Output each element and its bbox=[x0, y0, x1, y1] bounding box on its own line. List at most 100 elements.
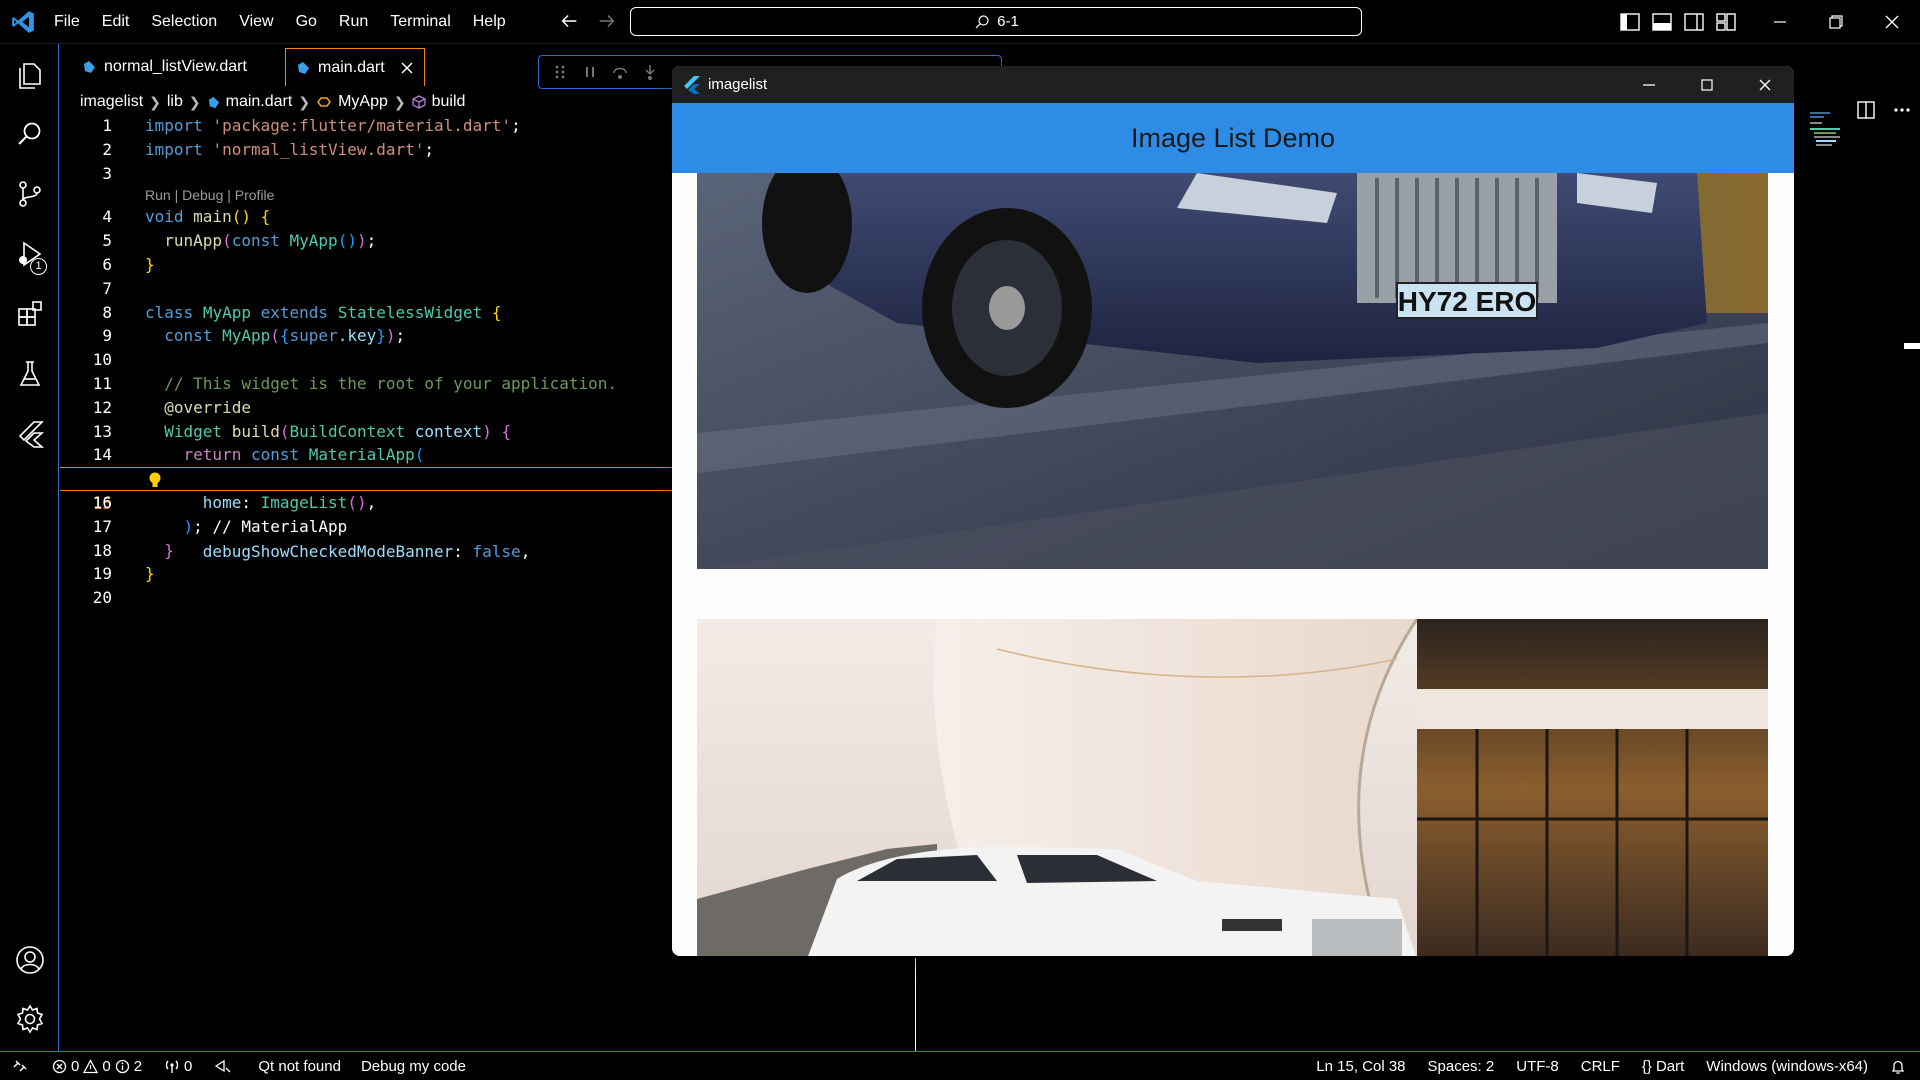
token: Widget bbox=[164, 421, 223, 441]
token: ; bbox=[395, 326, 406, 346]
token: class bbox=[145, 302, 194, 322]
token: } bbox=[145, 254, 155, 274]
toggle-panel-icon[interactable] bbox=[1646, 0, 1678, 44]
line-number: 19 bbox=[92, 564, 112, 584]
token: 'package:flutter/material.dart' bbox=[212, 116, 512, 135]
minimize-icon[interactable] bbox=[1752, 0, 1808, 44]
menu-run[interactable]: Run bbox=[339, 13, 368, 31]
step-over-icon[interactable] bbox=[611, 63, 629, 81]
end-of-line[interactable]: CRLF bbox=[1581, 1052, 1620, 1080]
flutter-icon[interactable] bbox=[0, 406, 59, 462]
flutter-logo-icon bbox=[684, 75, 700, 94]
testing-icon[interactable] bbox=[0, 346, 59, 402]
antenna-icon bbox=[165, 1060, 179, 1073]
code-line: 20 bbox=[60, 586, 672, 610]
app-window-controls bbox=[1620, 66, 1794, 103]
lightbulb-icon[interactable] bbox=[148, 471, 162, 489]
device-selector[interactable]: Windows (windows-x64) bbox=[1706, 1052, 1868, 1080]
cursor-position[interactable]: Ln 15, Col 38 bbox=[1316, 1052, 1405, 1080]
breadcrumb-item[interactable]: lib bbox=[167, 93, 183, 111]
remote-indicator-icon[interactable] bbox=[12, 1052, 28, 1080]
info-count: 2 bbox=[133, 1057, 143, 1075]
tab-normal-listview[interactable]: normal_listView.dart bbox=[72, 48, 292, 86]
activity-bar: 1 bbox=[0, 44, 59, 1051]
token: const bbox=[231, 231, 280, 251]
step-into-icon[interactable] bbox=[641, 63, 659, 81]
search-icon[interactable] bbox=[0, 106, 59, 162]
line-number: 5 bbox=[102, 231, 112, 251]
image-list[interactable]: HY72 ERO bbox=[672, 173, 1794, 956]
dart-file-icon bbox=[298, 61, 309, 74]
app-close-icon[interactable] bbox=[1736, 66, 1794, 103]
search-icon bbox=[975, 14, 989, 28]
notifications-bell-icon[interactable] bbox=[1890, 1052, 1906, 1080]
close-icon[interactable] bbox=[400, 61, 414, 75]
settings-gear-icon[interactable] bbox=[0, 991, 59, 1047]
line-number: 16 bbox=[92, 492, 112, 512]
encoding[interactable]: UTF-8 bbox=[1516, 1052, 1559, 1080]
drag-handle-icon[interactable] bbox=[551, 63, 569, 81]
breadcrumb-item[interactable]: MyApp bbox=[338, 93, 388, 111]
nav-arrows bbox=[558, 10, 618, 32]
menu-view[interactable]: View bbox=[239, 13, 273, 31]
forward-arrow-icon[interactable] bbox=[596, 10, 618, 32]
problems-indicator[interactable]: 0 0 2 bbox=[52, 1052, 142, 1080]
ports-indicator[interactable]: 0 bbox=[164, 1052, 192, 1080]
app-maximize-icon[interactable] bbox=[1678, 66, 1736, 103]
indentation[interactable]: Spaces: 2 bbox=[1428, 1052, 1495, 1080]
code-line: 7 bbox=[60, 277, 672, 301]
token: import bbox=[145, 139, 203, 159]
warning-icon bbox=[83, 1058, 99, 1073]
menu-terminal[interactable]: Terminal bbox=[390, 13, 450, 31]
line-number: 12 bbox=[92, 397, 112, 417]
menu-go[interactable]: Go bbox=[296, 13, 317, 31]
token: super bbox=[289, 326, 338, 346]
launch-profile-icon[interactable] bbox=[214, 1052, 232, 1080]
source-control-icon[interactable] bbox=[0, 166, 59, 222]
code-line: 6} bbox=[60, 253, 672, 277]
token: ) bbox=[183, 516, 194, 536]
breadcrumb-item[interactable]: build bbox=[432, 93, 466, 111]
tab-label: normal_listView.dart bbox=[104, 58, 247, 75]
restore-icon[interactable] bbox=[1808, 0, 1864, 44]
panel-divider bbox=[915, 958, 916, 1052]
back-arrow-icon[interactable] bbox=[558, 10, 580, 32]
token: ( bbox=[222, 231, 232, 251]
menu-selection[interactable]: Selection bbox=[151, 13, 217, 31]
token: StatelessWidget bbox=[337, 302, 483, 322]
token: ( bbox=[279, 421, 290, 441]
minimap[interactable] bbox=[1810, 112, 1860, 148]
menu-help[interactable]: Help bbox=[473, 13, 506, 31]
explorer-icon[interactable] bbox=[0, 47, 59, 103]
close-window-icon[interactable] bbox=[1864, 0, 1920, 44]
codelens-run-debug-profile[interactable]: Run | Debug | Profile bbox=[60, 185, 672, 205]
tab-main-dart[interactable]: main.dart bbox=[285, 48, 425, 86]
run-badge: 1 bbox=[30, 258, 47, 275]
line-number: 10 bbox=[92, 350, 112, 370]
toggle-secondary-sidebar-icon[interactable] bbox=[1678, 0, 1710, 44]
token: 'normal_listView.dart' bbox=[212, 139, 425, 159]
language-mode[interactable]: {} Dart bbox=[1642, 1052, 1684, 1080]
toggle-primary-sidebar-icon[interactable] bbox=[1614, 0, 1646, 44]
token: @override bbox=[164, 397, 251, 417]
breadcrumb-item[interactable]: imagelist bbox=[80, 93, 143, 111]
menu-file[interactable]: File bbox=[54, 13, 80, 31]
customize-layout-icon[interactable] bbox=[1710, 0, 1742, 44]
command-center-search[interactable]: 6-1 bbox=[630, 7, 1362, 36]
pause-icon[interactable] bbox=[581, 63, 599, 81]
menu-edit[interactable]: Edit bbox=[102, 13, 130, 31]
extensions-icon[interactable] bbox=[0, 286, 59, 342]
account-icon[interactable] bbox=[0, 932, 59, 988]
token: const bbox=[164, 326, 213, 346]
run-debug-icon[interactable]: 1 bbox=[0, 226, 59, 282]
app-window-titlebar: imagelist bbox=[672, 66, 1794, 103]
qt-status[interactable]: Qt not found bbox=[258, 1052, 341, 1080]
debug-my-code[interactable]: Debug my code bbox=[361, 1052, 466, 1080]
more-actions-icon[interactable] bbox=[1884, 107, 1920, 113]
token: ; bbox=[366, 231, 377, 251]
breadcrumb-item[interactable]: main.dart bbox=[226, 93, 293, 111]
token: () bbox=[231, 207, 251, 227]
code-editor[interactable]: 1 import 'package:flutter/material.dart';… bbox=[60, 114, 672, 610]
error-count: 0 bbox=[71, 1057, 80, 1075]
app-minimize-icon[interactable] bbox=[1620, 66, 1678, 103]
